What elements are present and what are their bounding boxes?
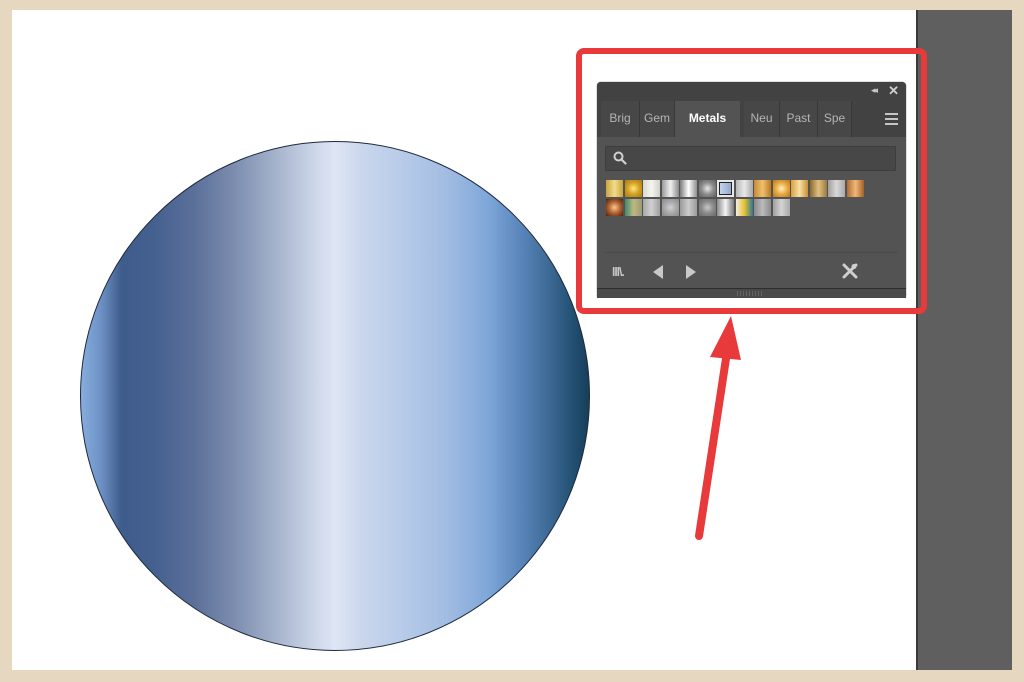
red-highlight-box	[576, 48, 927, 314]
right-panel-dock	[916, 10, 1012, 670]
gradient-circle[interactable]	[80, 141, 590, 651]
